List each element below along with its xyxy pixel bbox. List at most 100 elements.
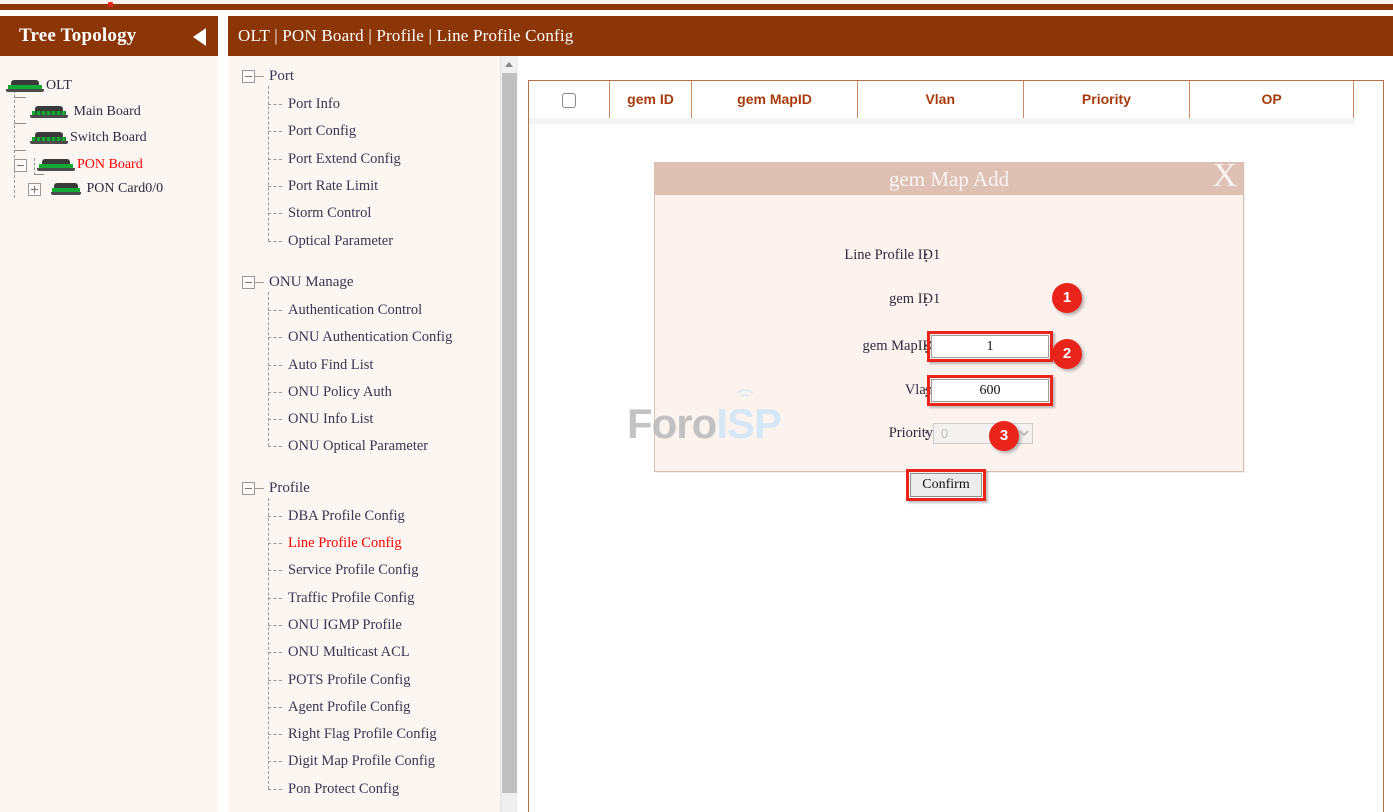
menu-group-onu-manage[interactable]: ONU Manage [242,274,354,291]
gem-map-add-dialog: gem Map Add X ForoISP Line Profile ID ： … [654,162,1244,472]
menu-item-service-profile-config[interactable]: Service Profile Config [268,562,418,579]
device-board-icon [37,159,75,171]
menu-item-onu-authentication-config[interactable]: ONU Authentication Config [268,329,452,346]
menu-item-port-rate-limit[interactable]: Port Rate Limit [268,178,378,195]
menu-item-label: Storm Control [288,205,371,221]
menu-item-onu-info-list[interactable]: ONU Info List [268,411,373,428]
checkbox-icon[interactable] [562,93,576,108]
tree-node-label: Switch Board [70,130,147,145]
tree-node-label: PON Board [77,157,143,172]
menu-group-profile[interactable]: Profile [242,480,310,497]
tree-node-olt[interactable]: OLT [6,78,72,94]
menu-item-label: Optical Parameter [288,233,393,249]
confirm-button[interactable]: Confirm [910,473,982,497]
menu-item-label: Line Profile Config [288,535,402,551]
table-header-priority[interactable]: Priority [1023,81,1190,118]
device-board-icon [6,80,44,92]
table-header-op[interactable]: OP [1190,81,1354,118]
menu-item-label: ONU Multicast ACL [288,644,410,660]
menu-group-label: ONU Manage [269,274,354,290]
menu-item-port-config[interactable]: Port Config [268,123,356,140]
top-red-dot-indicator [108,2,113,7]
gem-mapid-input[interactable] [931,335,1049,358]
breadcrumb-bar: OLT | PON Board | Profile | Line Profile… [228,16,1393,56]
menu-item-onu-optical-parameter[interactable]: ONU Optical Parameter [268,438,428,455]
menu-item-onu-igmp-profile[interactable]: ONU IGMP Profile [268,617,402,634]
menu-panel: OLT | PON Board | Profile | Line Profile… [228,16,518,812]
menu-item-label: Service Profile Config [288,562,418,578]
menu-item-pon-protect-config[interactable]: Pon Protect Config [268,781,399,798]
menu-item-line-profile-config[interactable]: Line Profile Config [268,535,402,552]
menu-item-label: Auto Find List [288,357,373,373]
device-board-icon [51,183,81,195]
menu-group-label: Profile [269,480,310,496]
close-icon[interactable]: X [1212,159,1237,193]
menu-item-label: Port Extend Config [288,151,401,167]
table-header-select-all[interactable] [529,81,609,118]
tree-node-label: Main Board [74,104,141,119]
tree-node-main-board[interactable]: Main Board [30,104,141,120]
menu-item-label: ONU Authentication Config [288,329,452,345]
device-board-icon [30,106,68,118]
table-header-gem-mapid[interactable]: gem MapID [692,81,858,118]
menu-item-label: DBA Profile Config [288,508,405,524]
tree-expander-minus-icon[interactable] [242,70,255,83]
menu-item-onu-multicast-acl[interactable]: ONU Multicast ACL [268,644,410,661]
scrollbar-thumb[interactable] [502,73,517,793]
menu-item-agent-profile-config[interactable]: Agent Profile Config [268,699,410,716]
dialog-body: ForoISP Line Profile ID ： 1 gem ID ： 1 g… [655,195,1243,471]
menu-connector-vertical [268,498,269,789]
vlan-input[interactable] [931,379,1049,402]
tree-node-switch-board[interactable]: Switch Board [30,130,147,146]
menu-group-label: Port [269,68,294,84]
menu-item-label: ONU Policy Auth [288,384,392,400]
menu-item-port-extend-config[interactable]: Port Extend Config [268,151,401,168]
step-badge-2: 2 [1052,339,1082,369]
field-label: gem MapID [655,338,933,355]
tree-topology-header: Tree Topology [0,16,218,56]
menu-item-label: Port Rate Limit [288,178,378,194]
menu-item-label: Port Config [288,123,356,139]
menu-item-label: ONU Info List [288,411,373,427]
menu-item-label: ONU IGMP Profile [288,617,402,633]
scroll-up-arrow-icon[interactable] [501,56,518,73]
gem-map-table: gem ID gem MapID Vlan Priority OP [529,81,1354,119]
table-header-row: gem ID gem MapID Vlan Priority OP [529,81,1354,118]
menu-item-storm-control[interactable]: Storm Control [268,205,371,222]
tree-topology-title: Tree Topology [19,16,137,56]
tree-node-label: PON Card0/0 [87,181,164,196]
menu-item-authentication-control[interactable]: Authentication Control [268,302,422,319]
menu-item-traffic-profile-config[interactable]: Traffic Profile Config [268,590,414,607]
table-header-gem-id[interactable]: gem ID [609,81,691,118]
menu-item-port-info[interactable]: Port Info [268,96,340,113]
tree-connector-h [14,150,26,151]
menu-item-digit-map-profile-config[interactable]: Digit Map Profile Config [268,753,435,770]
menu-item-auto-find-list[interactable]: Auto Find List [268,356,373,373]
device-board-icon [30,132,68,144]
tree-expander-minus-icon[interactable] [242,482,255,495]
menu-connector-vertical [268,86,269,241]
tree-expander-plus-icon[interactable] [28,183,41,196]
menu-item-label: POTS Profile Config [288,672,410,688]
field-label: Vlan [655,382,933,399]
menu-item-optical-parameter[interactable]: Optical Parameter [268,233,393,250]
tree-expander-minus-icon[interactable] [242,276,255,289]
dialog-title: gem Map Add [655,163,1243,195]
breadcrumb: OLT | PON Board | Profile | Line Profile… [238,16,574,56]
table-bottom-shade [529,118,1355,124]
menu-item-onu-policy-auth[interactable]: ONU Policy Auth [268,384,392,401]
menu-group-port[interactable]: Port [242,68,294,85]
triangle-left-icon[interactable] [193,28,206,46]
tree-topology-body: OLT Main Board Switch Board PON Board PO… [0,56,218,812]
table-header-vlan[interactable]: Vlan [857,81,1023,118]
tree-node-pon-card[interactable]: PON Card0/0 [28,181,163,197]
menu-item-label: Port Info [288,96,340,112]
menu-item-pots-profile-config[interactable]: POTS Profile Config [268,671,410,688]
tree-connector-h [34,174,44,175]
menu-scrollbar[interactable] [500,56,517,812]
tree-node-pon-board[interactable]: PON Board [14,157,143,173]
field-value: 1 [933,247,940,264]
menu-item-right-flag-profile-config[interactable]: Right Flag Profile Config [268,726,437,743]
menu-item-dba-profile-config[interactable]: DBA Profile Config [268,508,405,525]
tree-expander-minus-icon[interactable] [14,159,27,172]
